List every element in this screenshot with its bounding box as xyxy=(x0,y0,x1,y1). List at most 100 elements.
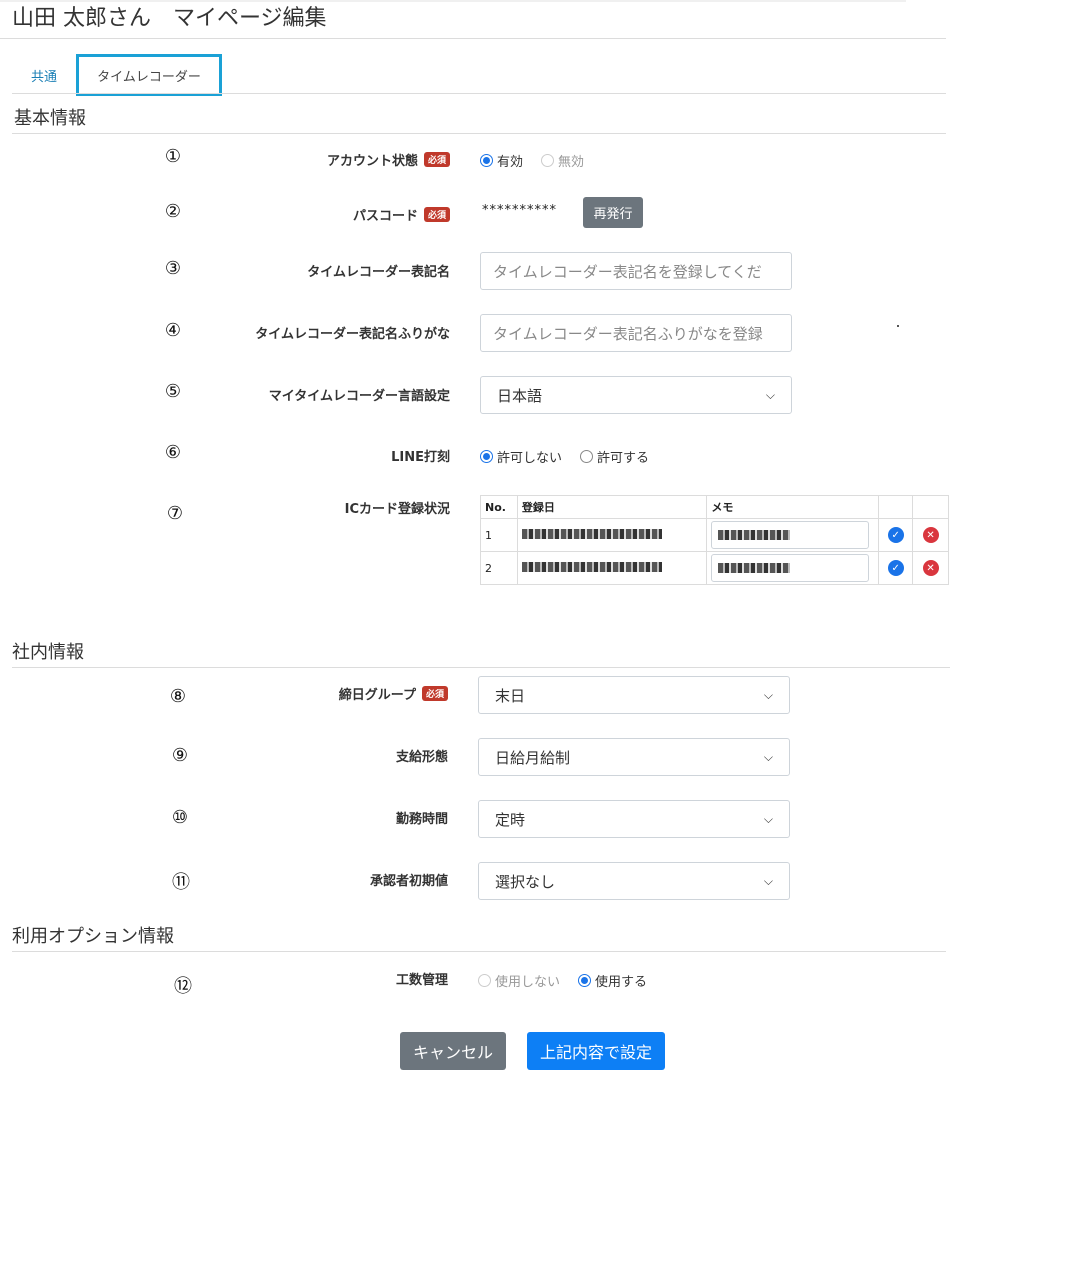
line-allow-label: 許可する xyxy=(597,451,650,466)
line-radios: 許可しない 許可する xyxy=(480,447,649,466)
row-number: 1 xyxy=(480,518,518,552)
required-badge: 必須 xyxy=(423,152,450,167)
check-circle-icon[interactable]: ✓ xyxy=(887,527,904,543)
man-hours-off-radio[interactable] xyxy=(478,974,491,987)
chevron-down-icon: ⌵ xyxy=(763,687,773,702)
tab-time-recorder-label: タイムレコーダー xyxy=(97,69,201,85)
col-header-delete xyxy=(912,495,949,519)
redacted-text xyxy=(521,528,662,539)
table-header-row: No. 登録日 メモ xyxy=(480,495,949,519)
redacted-text xyxy=(718,530,791,540)
closing-group-label-text: 締日グループ xyxy=(338,688,416,703)
account-status-disabled-radio[interactable] xyxy=(541,154,555,167)
display-name-label: タイムレコーダー表記名 xyxy=(150,261,450,280)
man-hours-label: 工数管理 xyxy=(148,969,448,988)
section-title-options: 利用オプション情報 xyxy=(12,926,174,947)
col-header-date: 登録日 xyxy=(516,495,708,519)
basic-divider xyxy=(12,133,946,134)
reissue-button[interactable]: 再発行 xyxy=(583,197,643,228)
approver-label: 承認者初期値 xyxy=(148,870,448,889)
pay-type-label: 支給形態 xyxy=(148,746,448,765)
work-time-select[interactable]: 定時 ⌵ xyxy=(478,800,790,838)
x-circle-icon[interactable]: ✕ xyxy=(922,527,939,543)
closing-group-select-value: 末日 xyxy=(495,686,526,705)
col-header-confirm xyxy=(878,495,914,519)
man-hours-off-label: 使用しない xyxy=(495,975,561,990)
tabs-divider xyxy=(12,93,946,94)
passcode-label: パスコード 必須 xyxy=(150,205,450,224)
company-divider xyxy=(12,667,950,668)
work-time-label: 勤務時間 xyxy=(148,808,448,827)
registered-date-redacted xyxy=(516,551,708,585)
memo-input[interactable] xyxy=(711,521,870,549)
registered-date-redacted xyxy=(516,518,708,552)
confirm-cell: ✓ xyxy=(878,518,914,552)
work-time-select-value: 定時 xyxy=(495,810,526,829)
chevron-down-icon: ⌵ xyxy=(763,873,773,888)
title-divider xyxy=(0,38,946,39)
approver-select[interactable]: 選択なし ⌵ xyxy=(478,862,790,900)
language-select[interactable]: 日本語 ⌵ xyxy=(480,376,792,414)
stray-dot xyxy=(897,325,899,327)
pay-type-select[interactable]: 日給月給制 ⌵ xyxy=(478,738,790,776)
language-label: マイタイムレコーダー言語設定 xyxy=(150,385,450,404)
language-label-text: マイタイムレコーダー言語設定 xyxy=(268,389,450,404)
section-title-company: 社内情報 xyxy=(12,642,84,663)
passcode-value: ********** xyxy=(482,203,557,218)
tab-time-recorder[interactable]: タイムレコーダー xyxy=(76,54,222,96)
man-hours-radios: 使用しない 使用する xyxy=(478,971,647,990)
table-row: 1 ✓ ✕ xyxy=(480,518,949,552)
delete-cell: ✕ xyxy=(912,551,949,585)
line-label-text: LINE打刻 xyxy=(391,450,450,465)
memo-cell xyxy=(706,551,880,585)
man-hours-label-text: 工数管理 xyxy=(395,973,448,988)
chevron-down-icon: ⌵ xyxy=(763,749,773,764)
display-kana-input[interactable]: タイムレコーダー表記名ふりがなを登録 xyxy=(480,314,792,352)
account-status-label-text: アカウント状態 xyxy=(326,154,418,169)
display-name-input[interactable]: タイムレコーダー表記名を登録してくだ xyxy=(480,252,792,290)
check-circle-icon[interactable]: ✓ xyxy=(887,560,904,576)
submit-button[interactable]: 上記内容で設定 xyxy=(527,1032,665,1070)
page-title: 山田 太郎さん マイページ編集 xyxy=(12,6,327,31)
x-circle-icon[interactable]: ✕ xyxy=(922,560,939,576)
row-number: 2 xyxy=(480,551,518,585)
man-hours-on-radio[interactable] xyxy=(578,974,592,987)
table-row: 2 ✓ ✕ xyxy=(480,551,949,585)
pay-type-select-value: 日給月給制 xyxy=(495,748,571,767)
options-divider xyxy=(12,951,946,952)
ic-card-label-text: ICカード登録状況 xyxy=(344,502,450,517)
section-title-basic: 基本情報 xyxy=(14,108,86,129)
memo-input[interactable] xyxy=(711,554,870,582)
tab-common[interactable]: 共通 xyxy=(31,66,57,85)
ic-card-label: ICカード登録状況 xyxy=(150,498,450,517)
chevron-down-icon: ⌵ xyxy=(763,811,773,826)
line-disallow-radio[interactable] xyxy=(480,450,493,463)
closing-group-label: 締日グループ 必須 xyxy=(148,684,448,703)
col-header-no: No. xyxy=(480,495,518,519)
redacted-text xyxy=(521,561,662,572)
display-kana-label-text: タイムレコーダー表記名ふりがな xyxy=(255,327,450,342)
approver-label-text: 承認者初期値 xyxy=(369,874,448,889)
redacted-text xyxy=(718,563,791,573)
account-status-label: アカウント状態 必須 xyxy=(150,150,450,169)
closing-group-select[interactable]: 末日 ⌵ xyxy=(478,676,790,714)
memo-cell xyxy=(706,518,880,552)
account-status-radios: 有効 無効 xyxy=(480,151,584,170)
line-allow-radio[interactable] xyxy=(580,450,594,463)
line-disallow-label: 許可しない xyxy=(497,451,563,466)
account-status-disabled-label: 無効 xyxy=(558,155,585,170)
col-header-memo: メモ xyxy=(706,495,880,519)
required-badge: 必須 xyxy=(421,686,448,701)
account-status-enabled-radio[interactable] xyxy=(480,154,493,167)
line-label: LINE打刻 xyxy=(150,446,450,465)
top-border xyxy=(0,0,906,2)
language-select-value: 日本語 xyxy=(497,386,543,405)
cancel-button[interactable]: キャンセル xyxy=(400,1032,506,1070)
work-time-label-text: 勤務時間 xyxy=(395,812,448,827)
man-hours-on-label: 使用する xyxy=(595,975,648,990)
required-badge: 必須 xyxy=(423,207,450,222)
chevron-down-icon: ⌵ xyxy=(765,387,775,402)
passcode-label-text: パスコード xyxy=(352,209,418,224)
account-status-enabled-label: 有効 xyxy=(497,155,524,170)
display-name-label-text: タイムレコーダー表記名 xyxy=(307,265,450,280)
